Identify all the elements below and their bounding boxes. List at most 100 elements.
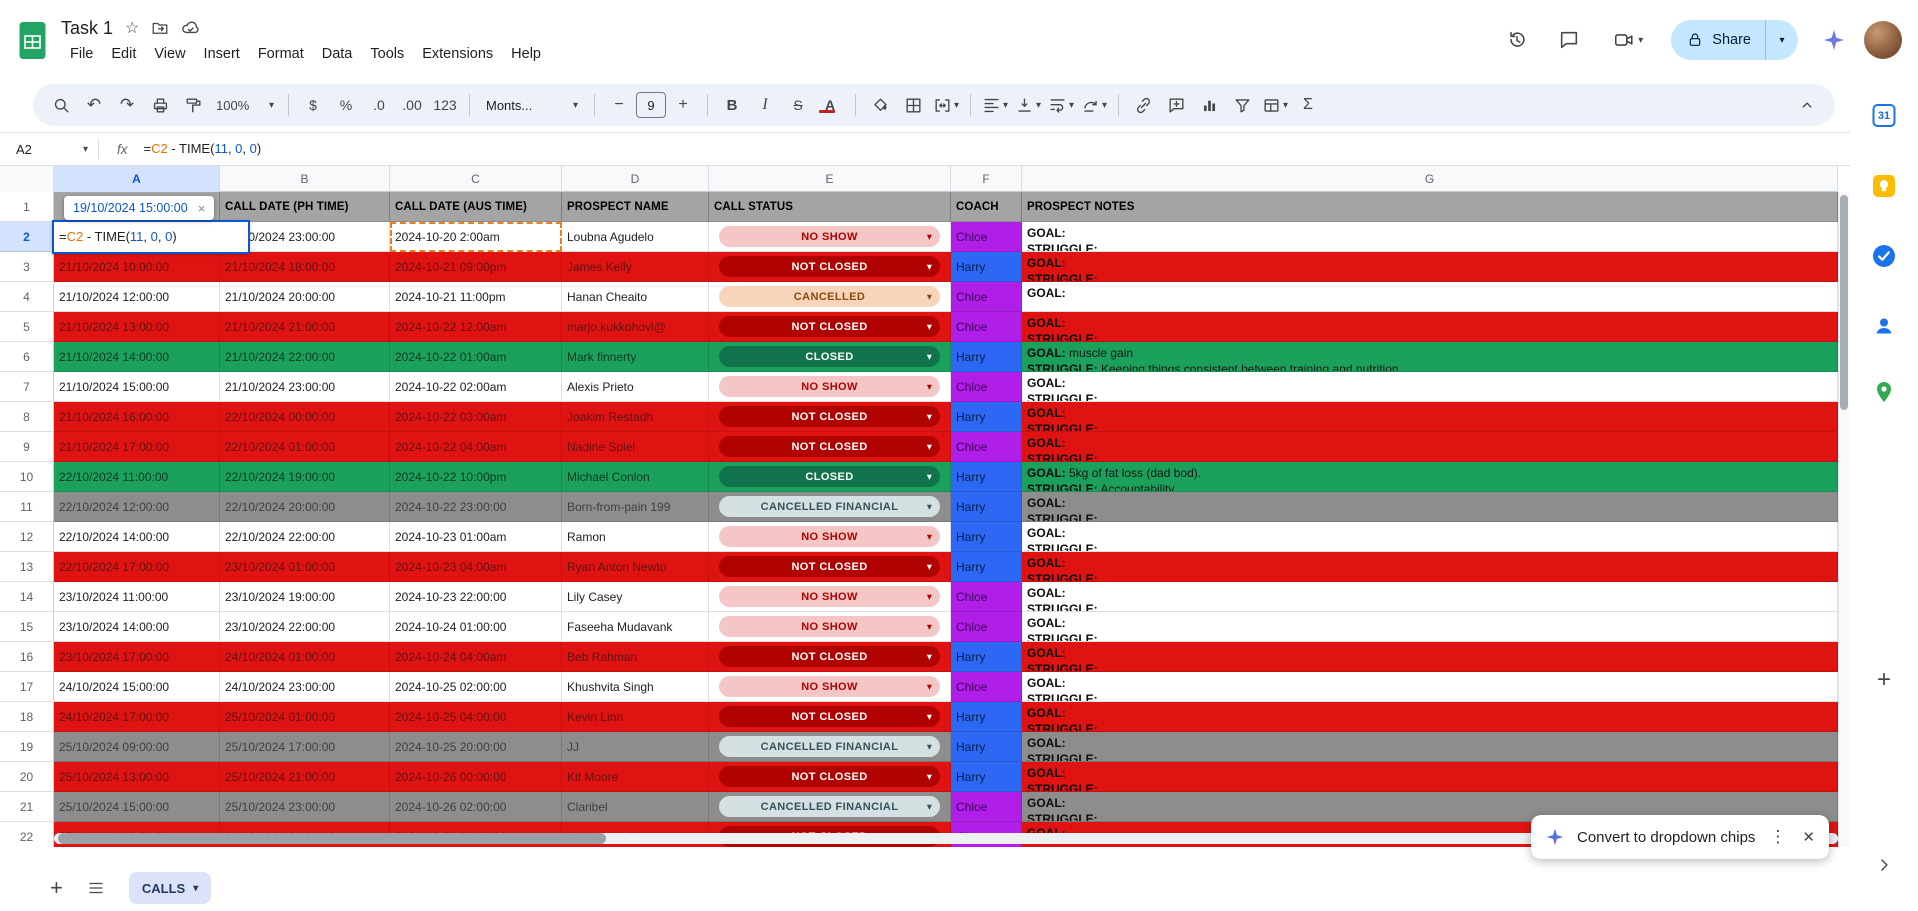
cell-g18[interactable]: GOAL: STRUGGLE:: [1022, 702, 1838, 732]
zoom-control[interactable]: 100% ▾: [210, 89, 280, 121]
row-number[interactable]: 7: [0, 372, 54, 402]
cell-d20[interactable]: Kit Moore: [562, 762, 709, 792]
cell-b21[interactable]: 25/10/2024 23:00:00: [220, 792, 390, 822]
cell-c7[interactable]: 2024-10-22 02:00am: [390, 372, 562, 402]
menu-edit[interactable]: Edit: [102, 45, 145, 63]
cell-c18[interactable]: 2024-10-25 04:00:00: [390, 702, 562, 732]
tasks-icon[interactable]: [1872, 244, 1896, 268]
star-icon[interactable]: ☆: [125, 18, 139, 38]
format-currency-icon[interactable]: $: [297, 89, 329, 121]
cell-c11[interactable]: 2024-10-22 23:00:00: [390, 492, 562, 522]
cell-g7[interactable]: GOAL: STRUGGLE:: [1022, 372, 1838, 402]
cell-d19[interactable]: JJ: [562, 732, 709, 762]
cell-b12[interactable]: 22/10/2024 22:00:00: [220, 522, 390, 552]
cell-b19[interactable]: 25/10/2024 17:00:00: [220, 732, 390, 762]
cell-b13[interactable]: 23/10/2024 01:00:00: [220, 552, 390, 582]
status-chip[interactable]: NOT CLOSED ▾: [719, 406, 940, 427]
cell-g3[interactable]: GOAL: STRUGGLE:: [1022, 252, 1838, 282]
horizontal-align-icon[interactable]: ▾: [979, 89, 1011, 121]
cell-f9[interactable]: Chloe: [951, 432, 1022, 462]
row-number[interactable]: 19: [0, 732, 54, 762]
decrease-decimal-icon[interactable]: .0: [363, 89, 395, 121]
more-options-icon[interactable]: ⋮: [1767, 827, 1788, 847]
column-header-B[interactable]: B: [220, 166, 390, 192]
cell-a19[interactable]: 25/10/2024 09:00:00: [54, 732, 220, 762]
column-header-E[interactable]: E: [709, 166, 951, 192]
sheet-tab-calls[interactable]: CALLS ▾: [128, 872, 212, 904]
cell-e15[interactable]: NO SHOW ▾: [709, 612, 951, 642]
merge-cells-icon[interactable]: ▾: [930, 89, 962, 121]
cell-f19[interactable]: Harry: [951, 732, 1022, 762]
cell-b18[interactable]: 25/10/2024 01:00:00: [220, 702, 390, 732]
font-selector[interactable]: Monts... ▾: [478, 89, 586, 121]
row-number[interactable]: 21: [0, 792, 54, 822]
cell-c4[interactable]: 2024-10-21 11:00pm: [390, 282, 562, 312]
cell-e5[interactable]: NOT CLOSED ▾: [709, 312, 951, 342]
increase-decimal-icon[interactable]: .00: [396, 89, 428, 121]
row-number[interactable]: 5: [0, 312, 54, 342]
cell-b3[interactable]: 21/10/2024 18:00:00: [220, 252, 390, 282]
cell-f2[interactable]: Chloe: [951, 222, 1022, 252]
cell-g13[interactable]: GOAL: STRUGGLE:: [1022, 552, 1838, 582]
status-chip[interactable]: CLOSED ▾: [719, 466, 940, 487]
cell-c12[interactable]: 2024-10-23 01:00am: [390, 522, 562, 552]
cell-e3[interactable]: NOT CLOSED ▾: [709, 252, 951, 282]
cell-c9[interactable]: 2024-10-22 04:00am: [390, 432, 562, 462]
decrease-font-size-icon[interactable]: −: [603, 89, 635, 121]
cell-g14[interactable]: GOAL: STRUGGLE:: [1022, 582, 1838, 612]
format-percent-icon[interactable]: %: [330, 89, 362, 121]
cell-d21[interactable]: Claribel: [562, 792, 709, 822]
row-number[interactable]: 22: [0, 822, 54, 847]
cell-f8[interactable]: Harry: [951, 402, 1022, 432]
cell-a8[interactable]: 21/10/2024 16:00:00: [54, 402, 220, 432]
cell-d5[interactable]: marjo.kukkohovi@: [562, 312, 709, 342]
status-chip[interactable]: CLOSED ▾: [719, 346, 940, 367]
close-icon[interactable]: ✕: [1800, 828, 1817, 846]
cell-d15[interactable]: Faseeha Mudavank: [562, 612, 709, 642]
cell-d6[interactable]: Mark finnerty: [562, 342, 709, 372]
select-all-corner[interactable]: [0, 166, 54, 192]
menu-insert[interactable]: Insert: [195, 45, 249, 63]
cell-a6[interactable]: 21/10/2024 14:00:00: [54, 342, 220, 372]
cell-c3[interactable]: 2024-10-21 09:00pm: [390, 252, 562, 282]
cell-a13[interactable]: 22/10/2024 17:00:00: [54, 552, 220, 582]
print-icon[interactable]: [144, 89, 176, 121]
cell-a14[interactable]: 23/10/2024 11:00:00: [54, 582, 220, 612]
cell-c2[interactable]: 2024-10-20 2:00am: [390, 222, 562, 252]
borders-icon[interactable]: [897, 89, 929, 121]
header-cell-f[interactable]: COACH: [951, 192, 1022, 222]
row-number[interactable]: 11: [0, 492, 54, 522]
cell-e17[interactable]: NO SHOW ▾: [709, 672, 951, 702]
status-chip[interactable]: CANCELLED FINANCIAL ▾: [719, 796, 940, 817]
cell-e19[interactable]: CANCELLED FINANCIAL ▾: [709, 732, 951, 762]
add-side-panel-app-icon[interactable]: +: [1877, 668, 1891, 692]
row-number[interactable]: 4: [0, 282, 54, 312]
comments-icon[interactable]: [1547, 18, 1591, 62]
cell-g6[interactable]: GOAL: muscle gain STRUGGLE: Keeping thing…: [1022, 342, 1838, 372]
meet-video-icon[interactable]: ▾: [1599, 18, 1657, 62]
row-number[interactable]: 2: [0, 222, 54, 252]
keep-icon[interactable]: [1872, 174, 1896, 198]
status-chip[interactable]: NOT CLOSED ▾: [719, 766, 940, 787]
cell-g10[interactable]: GOAL: 5kg of fat loss (dad bod). STRUGGLE…: [1022, 462, 1838, 492]
cell-f4[interactable]: Chloe: [951, 282, 1022, 312]
row-number[interactable]: 8: [0, 402, 54, 432]
cell-g16[interactable]: GOAL: STRUGGLE:: [1022, 642, 1838, 672]
cell-d12[interactable]: Ramon: [562, 522, 709, 552]
cell-e6[interactable]: CLOSED ▾: [709, 342, 951, 372]
column-header-C[interactable]: C: [390, 166, 562, 192]
cell-c17[interactable]: 2024-10-25 02:00:00: [390, 672, 562, 702]
status-chip[interactable]: NO SHOW ▾: [719, 526, 940, 547]
cell-a15[interactable]: 23/10/2024 14:00:00: [54, 612, 220, 642]
cell-a11[interactable]: 22/10/2024 12:00:00: [54, 492, 220, 522]
row-number[interactable]: 17: [0, 672, 54, 702]
gemini-sparkle-icon[interactable]: [1812, 18, 1856, 62]
column-header-D[interactable]: D: [562, 166, 709, 192]
row-number[interactable]: 9: [0, 432, 54, 462]
cell-a21[interactable]: 25/10/2024 15:00:00: [54, 792, 220, 822]
version-history-icon[interactable]: [1495, 18, 1539, 62]
text-rotation-icon[interactable]: ▾: [1078, 89, 1110, 121]
cell-g5[interactable]: GOAL: STRUGGLE:: [1022, 312, 1838, 342]
paint-format-icon[interactable]: [177, 89, 209, 121]
cell-e14[interactable]: NO SHOW ▾: [709, 582, 951, 612]
